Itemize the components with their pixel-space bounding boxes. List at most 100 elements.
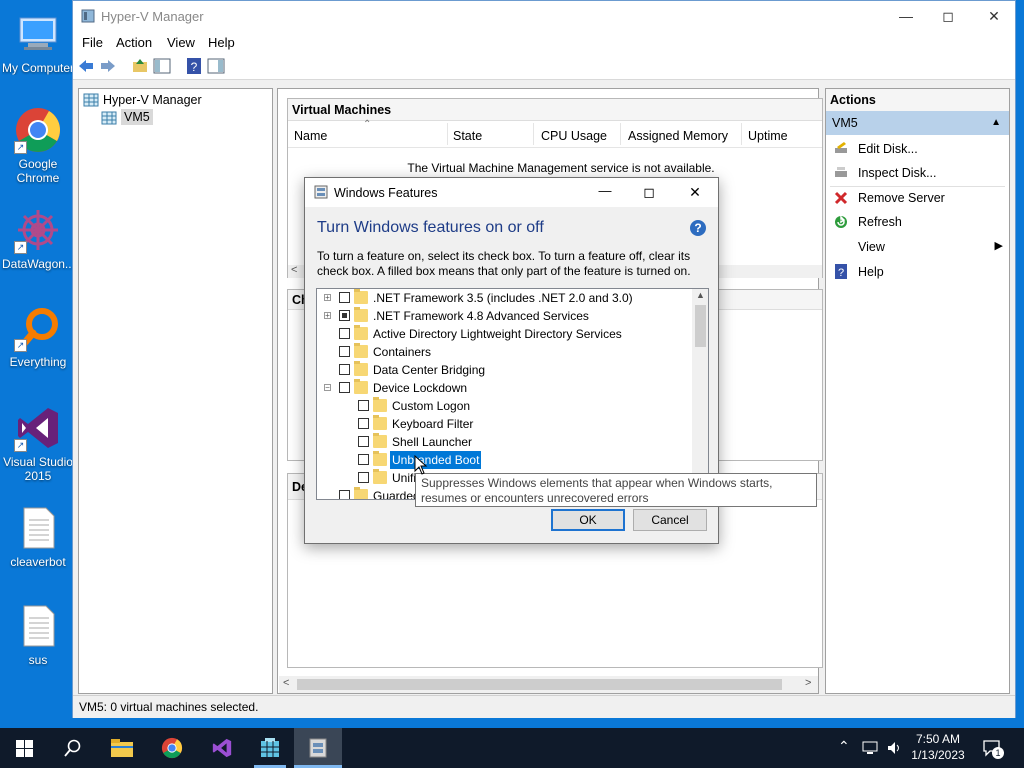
visual-studio-icon	[212, 738, 232, 758]
dialog-close-button[interactable]: ✕	[677, 178, 713, 207]
windows-features-icon	[314, 185, 328, 199]
action-refresh[interactable]: Refresh	[826, 210, 1009, 234]
clock-date: 1/13/2023	[911, 748, 965, 762]
feature-row[interactable]: Containers	[317, 343, 697, 361]
show-hide-tree-icon[interactable]	[153, 57, 171, 75]
menu-action[interactable]: Action	[116, 35, 152, 50]
taskbar-visual-studio[interactable]	[198, 728, 246, 768]
ok-button[interactable]: OK	[551, 509, 625, 531]
dialog-maximize-button[interactable]: ◻	[631, 178, 667, 207]
feature-checkbox[interactable]	[339, 310, 350, 321]
menu-file[interactable]: File	[82, 35, 103, 50]
desktop-icon-datawagon[interactable]: ↗ DataWagon...	[2, 206, 75, 271]
dialog-minimize-button[interactable]: —	[587, 178, 623, 207]
actions-group-vm5[interactable]: VM5 ▲	[826, 111, 1009, 135]
feature-label: Device Lockdown	[373, 381, 468, 395]
show-action-pane-icon[interactable]	[207, 57, 225, 75]
window-titlebar[interactable]: Hyper-V Manager — ◻ ✕	[73, 1, 1015, 31]
forward-arrow-icon[interactable]	[99, 57, 117, 75]
feature-row[interactable]: Keyboard Filter	[317, 415, 697, 433]
desktop-icon-sus[interactable]: sus	[2, 602, 74, 667]
cancel-button[interactable]: Cancel	[633, 509, 707, 531]
center-horizontal-scrollbar[interactable]: < >	[279, 676, 818, 693]
feature-tree[interactable]: + .NET Framework 3.5 (includes .NET 2.0 a…	[316, 288, 709, 500]
feature-checkbox[interactable]	[339, 328, 350, 339]
close-button[interactable]: ✕	[971, 1, 1017, 31]
feature-row[interactable]: + .NET Framework 3.5 (includes .NET 2.0 a…	[317, 289, 697, 307]
help-icon[interactable]: ?	[185, 57, 203, 75]
windows-features-icon	[309, 738, 327, 758]
desktop-icon-cleaverbot[interactable]: cleaverbot	[2, 504, 74, 569]
taskbar-file-explorer[interactable]	[98, 728, 146, 768]
expand-plus-icon[interactable]: +	[324, 294, 331, 302]
scrollbar-thumb[interactable]	[695, 305, 706, 347]
column-uptime[interactable]: Uptime	[748, 129, 788, 143]
feature-row[interactable]: Unbranded Boot	[317, 451, 697, 469]
feature-checkbox[interactable]	[358, 400, 369, 411]
taskbar-hyperv-manager[interactable]	[246, 728, 294, 768]
refresh-icon	[835, 215, 847, 228]
feature-checkbox[interactable]	[358, 418, 369, 429]
feature-row[interactable]: + .NET Framework 4.8 Advanced Services	[317, 307, 697, 325]
collapse-up-icon[interactable]: ▲	[991, 111, 1001, 135]
desktop-icon-chrome[interactable]: ↗ Google Chrome	[2, 106, 74, 185]
start-button[interactable]	[0, 728, 48, 768]
help-question-icon[interactable]: ?	[690, 220, 706, 236]
show-hidden-icons-chevron-icon[interactable]: ⌃	[838, 738, 850, 755]
taskbar: ⌃ 7:50 AM 1/13/2023 1	[0, 728, 1024, 768]
minimize-button[interactable]: —	[883, 1, 929, 31]
action-remove-server[interactable]: Remove Server	[826, 186, 1009, 210]
menu-view[interactable]: View	[167, 35, 195, 50]
feature-checkbox[interactable]	[358, 436, 369, 447]
desktop-icon-my-computer[interactable]: My Computer	[2, 10, 74, 75]
scroll-left-icon[interactable]: <	[283, 677, 289, 689]
feature-row[interactable]: − Device Lockdown	[317, 379, 697, 397]
volume-icon[interactable]	[886, 740, 904, 756]
feature-row[interactable]: Active Directory Lightweight Directory S…	[317, 325, 697, 343]
expand-plus-icon[interactable]: +	[324, 312, 331, 320]
action-view[interactable]: View ▶	[826, 235, 1009, 259]
maximize-button[interactable]: ◻	[925, 1, 971, 31]
action-help[interactable]: ? Help	[826, 260, 1009, 284]
feature-tree-scrollbar[interactable]: ▲ ▼	[692, 289, 708, 499]
network-icon[interactable]	[862, 740, 880, 756]
column-state[interactable]: State	[453, 129, 482, 143]
column-assigned-memory[interactable]: Assigned Memory	[628, 129, 728, 143]
feature-checkbox[interactable]	[339, 364, 350, 375]
action-edit-disk[interactable]: Edit Disk...	[826, 137, 1009, 161]
shortcut-arrow-icon: ↗	[14, 141, 27, 154]
feature-checkbox[interactable]	[339, 382, 350, 393]
desktop-icon-everything[interactable]: ↗ Everything	[2, 304, 74, 369]
column-name[interactable]: Name	[294, 129, 327, 143]
feature-checkbox[interactable]	[358, 472, 369, 483]
dialog-titlebar[interactable]: Windows Features — ◻ ✕	[305, 178, 718, 207]
taskbar-windows-features[interactable]	[294, 728, 342, 768]
action-inspect-disk[interactable]: Inspect Disk...	[826, 161, 1009, 185]
desktop-icon-visual-studio[interactable]: ↗ Visual Studio 2015	[2, 404, 74, 483]
scroll-right-icon[interactable]: >	[805, 677, 811, 689]
feature-checkbox[interactable]	[339, 292, 350, 303]
tree-item-vm5[interactable]: VM5	[121, 109, 153, 125]
back-arrow-icon[interactable]	[77, 57, 95, 75]
feature-checkbox[interactable]	[339, 490, 350, 499]
feature-checkbox[interactable]	[339, 346, 350, 357]
scroll-up-icon[interactable]: ▲	[696, 290, 705, 300]
scrollbar-thumb[interactable]	[297, 679, 782, 690]
feature-row[interactable]: Custom Logon	[317, 397, 697, 415]
feature-row[interactable]: Data Center Bridging	[317, 361, 697, 379]
window-title: Hyper-V Manager	[101, 9, 204, 24]
feature-row[interactable]: Shell Launcher	[317, 433, 697, 451]
tree-root-label[interactable]: Hyper-V Manager	[103, 93, 202, 107]
taskbar-chrome[interactable]	[148, 728, 196, 768]
column-cpu-usage[interactable]: CPU Usage	[541, 129, 607, 143]
search-button[interactable]	[48, 728, 96, 768]
feature-checkbox[interactable]	[358, 454, 369, 465]
up-folder-icon[interactable]	[131, 57, 149, 75]
menu-help[interactable]: Help	[208, 35, 235, 50]
taskbar-clock[interactable]: 7:50 AM 1/13/2023	[908, 731, 968, 763]
collapse-minus-icon[interactable]: −	[324, 384, 331, 392]
desktop-icon-label: cleaverbot	[10, 555, 66, 569]
notification-center-button[interactable]: 1	[982, 738, 1004, 759]
folder-icon	[354, 361, 368, 376]
scroll-left-icon[interactable]: <	[291, 264, 297, 276]
